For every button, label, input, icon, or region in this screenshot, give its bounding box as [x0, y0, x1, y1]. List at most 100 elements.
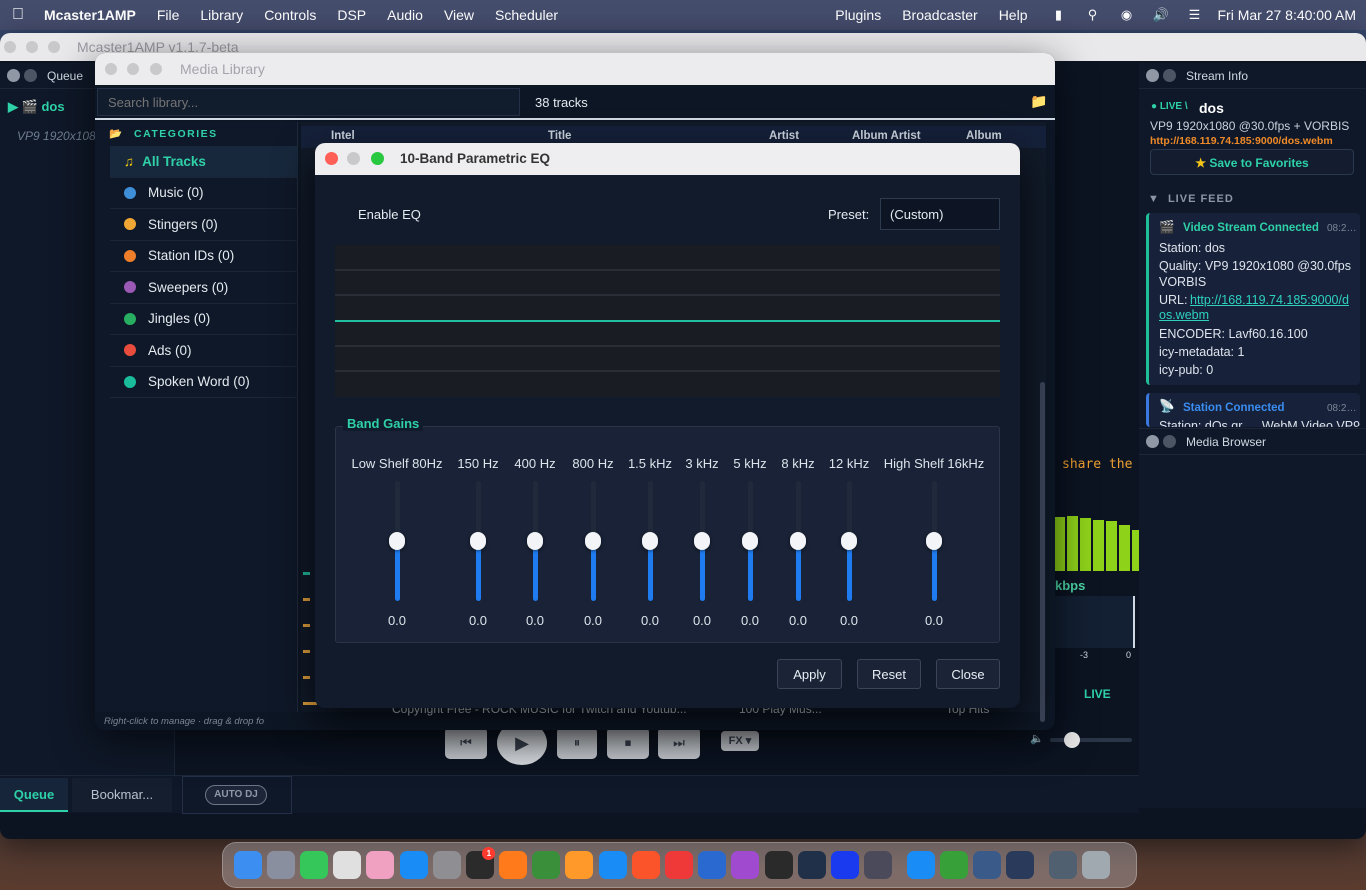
xcode-icon[interactable]	[906, 851, 935, 879]
contacts-icon[interactable]	[333, 851, 362, 879]
alien-icon[interactable]	[864, 851, 893, 879]
calculator-icon[interactable]	[764, 851, 793, 879]
category-spoken-word[interactable]: Spoken Word (0)	[110, 367, 298, 398]
stream-url[interactable]: http://168.119.74.185:9000/dos.webm	[1150, 135, 1333, 147]
apple-icon[interactable]: 	[12, 6, 24, 24]
menu-clock[interactable]: Fri Mar 27 8:40:00 AM	[1217, 7, 1356, 23]
auto-dj-button[interactable]: AUTO DJ	[205, 785, 267, 805]
stop-button[interactable]: ⏹	[607, 727, 649, 759]
zoom-window-button[interactable]	[150, 63, 162, 75]
fx-button[interactable]: FX ▾	[721, 731, 759, 751]
stream-station-name: dos	[1199, 100, 1224, 116]
monitor-icon[interactable]	[1006, 851, 1035, 879]
close-pane-icon[interactable]	[1146, 69, 1159, 82]
menu-audio[interactable]: Audio	[387, 7, 423, 23]
menu-app-name[interactable]: Mcaster1AMP	[44, 7, 136, 23]
tab-bookmarks[interactable]: Bookmar...	[72, 778, 172, 812]
app-store-icon[interactable]	[399, 851, 428, 879]
messages-icon[interactable]	[299, 851, 328, 879]
box-icon[interactable]	[731, 851, 760, 879]
menu-plugins[interactable]: Plugins	[835, 7, 881, 23]
folder-icon[interactable]: 📁	[1030, 93, 1047, 110]
settings-icon[interactable]	[432, 851, 461, 879]
float-pane-icon[interactable]	[1163, 435, 1176, 448]
menu-view[interactable]: View	[444, 7, 474, 23]
trash-icon[interactable]	[1082, 851, 1111, 879]
volume-icon[interactable]: 🔊	[1152, 8, 1168, 22]
malwarebytes-icon[interactable]	[830, 851, 859, 879]
close-button[interactable]: Close	[936, 659, 1000, 689]
category-stingers[interactable]: Stingers (0)	[110, 209, 298, 241]
category-music[interactable]: Music (0)	[110, 178, 298, 209]
category-sweepers[interactable]: Sweepers (0)	[110, 272, 298, 304]
minimize-window-button[interactable]	[347, 152, 360, 165]
queue-item[interactable]: ▶ 🎬 dos	[8, 99, 65, 115]
band-slider-knob[interactable]	[389, 532, 405, 550]
pause-button[interactable]: ⏸	[557, 727, 597, 759]
column-intel[interactable]: Intel	[331, 130, 355, 142]
menu-controls[interactable]: Controls	[264, 7, 316, 23]
menu-broadcaster[interactable]: Broadcaster	[902, 7, 977, 23]
thunderbird-icon[interactable]	[698, 851, 727, 879]
collapse-triangle-icon[interactable]: ▼	[1148, 193, 1160, 205]
close-pane-icon[interactable]	[7, 69, 20, 82]
launchpad-icon[interactable]	[266, 851, 295, 879]
firefox-icon[interactable]	[499, 851, 528, 879]
menu-help[interactable]: Help	[999, 7, 1028, 23]
reset-button[interactable]: Reset	[857, 659, 921, 689]
category-all-tracks[interactable]: ♫ All Tracks	[110, 146, 298, 178]
feed-url-link[interactable]: http://168.119.74.185:9000/dos.webm	[1159, 293, 1355, 323]
preset-select[interactable]: (Custom)	[880, 198, 1000, 230]
menu-file[interactable]: File	[157, 7, 180, 23]
safari-icon[interactable]	[598, 851, 627, 879]
enable-eq-checkbox[interactable]: Enable EQ	[358, 207, 421, 222]
zoom-window-button[interactable]	[371, 152, 384, 165]
apply-button[interactable]: Apply	[777, 659, 842, 689]
vault-icon[interactable]	[973, 851, 1002, 879]
table-scrollbar[interactable]	[1040, 382, 1045, 722]
menu-scheduler[interactable]: Scheduler	[495, 7, 558, 23]
vivaldi-icon[interactable]	[665, 851, 694, 879]
close-window-button[interactable]	[105, 63, 117, 75]
close-pane-icon[interactable]	[1146, 435, 1159, 448]
library-search-input[interactable]	[97, 88, 520, 116]
column-title[interactable]: Title	[548, 130, 571, 142]
column-album-artist[interactable]: Album Artist	[852, 130, 921, 142]
photos-icon[interactable]	[366, 851, 395, 879]
sublime-icon[interactable]	[565, 851, 594, 879]
menu-dsp[interactable]: DSP	[337, 7, 366, 23]
lock-icon[interactable]	[939, 851, 968, 879]
toggle-status-icon[interactable]: ▮	[1050, 8, 1066, 22]
brave-icon[interactable]	[631, 851, 660, 879]
float-pane-icon[interactable]	[24, 69, 37, 82]
band-slider-knob[interactable]	[841, 532, 857, 550]
speaker-icon[interactable]: 🔈	[1030, 732, 1044, 745]
next-button[interactable]: ⏭	[658, 727, 700, 759]
control-center-icon[interactable]: ☰	[1186, 8, 1202, 22]
chrome-icon[interactable]	[532, 851, 561, 879]
preview-icon[interactable]	[1048, 851, 1077, 879]
tab-queue[interactable]: Queue	[0, 778, 68, 812]
column-album[interactable]: Album	[966, 130, 1002, 142]
float-pane-icon[interactable]	[1163, 69, 1176, 82]
column-artist[interactable]: Artist	[769, 130, 799, 142]
search-icon[interactable]: ⚲	[1084, 8, 1100, 22]
cloud-icon[interactable]	[797, 851, 826, 879]
band-slider-knob[interactable]	[926, 532, 942, 550]
category-jingles[interactable]: Jingles (0)	[110, 304, 298, 335]
close-window-button[interactable]	[325, 152, 338, 165]
menu-library[interactable]: Library	[200, 7, 243, 23]
siri-icon[interactable]: ◉	[1118, 8, 1134, 22]
terminal-icon[interactable]: 1	[465, 846, 496, 879]
volume-slider-knob[interactable]	[1064, 732, 1080, 748]
volume-slider[interactable]	[1050, 732, 1132, 748]
finder-icon[interactable]	[233, 851, 262, 879]
minimize-window-button[interactable]	[127, 63, 139, 75]
previous-button[interactable]: ⏮	[445, 727, 487, 759]
minimize-window-button[interactable]	[26, 41, 38, 53]
close-window-button[interactable]	[4, 41, 16, 53]
save-to-favorites-button[interactable]: ★ Save to Favorites	[1150, 149, 1354, 175]
category-ads[interactable]: Ads (0)	[110, 335, 298, 367]
zoom-window-button[interactable]	[48, 41, 60, 53]
category-station-ids[interactable]: Station IDs (0)	[110, 241, 298, 272]
